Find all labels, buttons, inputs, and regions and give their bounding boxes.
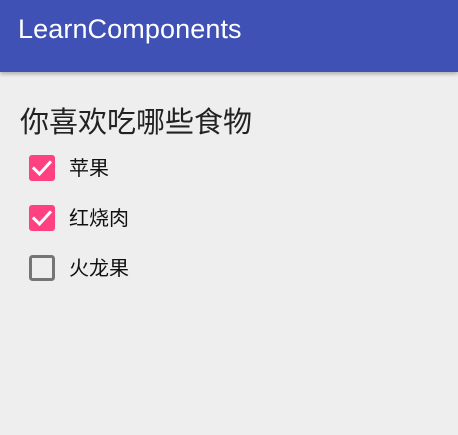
app-bar: LearnComponents — [0, 0, 458, 72]
checkbox-checked-icon[interactable] — [28, 204, 56, 232]
food-option-label: 苹果 — [69, 156, 109, 180]
food-option-apple[interactable]: 苹果 — [28, 150, 109, 186]
main-content: 你喜欢吃哪些食物 苹果 红烧肉 火龙果 — [0, 72, 458, 435]
question-text: 你喜欢吃哪些食物 — [20, 105, 253, 139]
checkbox-checked-icon[interactable] — [28, 154, 56, 182]
food-option-braised-pork[interactable]: 红烧肉 — [28, 200, 129, 236]
food-option-label: 红烧肉 — [69, 206, 129, 230]
food-option-dragon-fruit[interactable]: 火龙果 — [28, 250, 129, 286]
app-title: LearnComponents — [18, 14, 242, 44]
checkbox-unchecked-icon[interactable] — [28, 254, 56, 282]
food-option-label: 火龙果 — [69, 256, 129, 280]
